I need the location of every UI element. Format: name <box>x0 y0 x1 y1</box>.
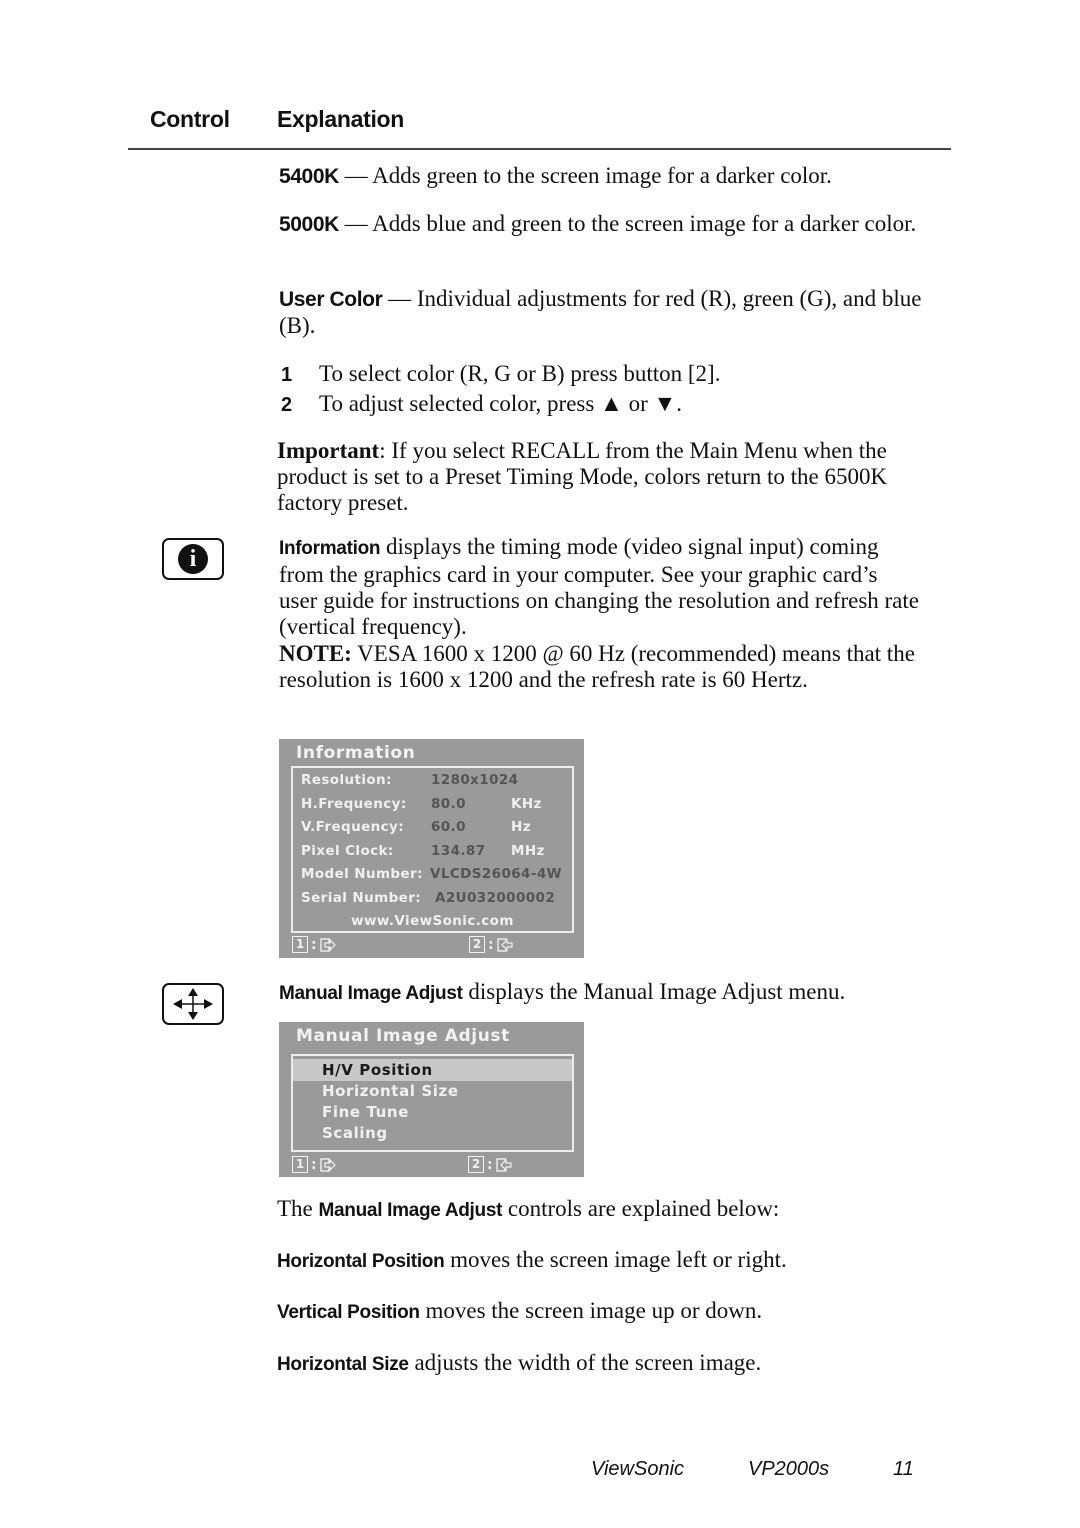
exit-icon <box>319 1157 336 1172</box>
info-icon: i <box>162 538 224 580</box>
osd-info-row: Serial Number: A2U032000002 <box>301 890 556 906</box>
control-horizontal-size: Horizontal Size adjusts the width of the… <box>277 1350 762 1375</box>
term: User Color <box>279 288 383 311</box>
column-header-explanation: Explanation <box>277 106 405 132</box>
information-description: Information displays the timing mode (vi… <box>279 534 919 639</box>
manual-image-adjust-description: Manual Image Adjust displays the Manual … <box>279 979 846 1004</box>
important-label: Important <box>277 438 380 463</box>
color-option-5400k: 5400K — Adds green to the screen image f… <box>279 163 832 188</box>
move-arrows-icon <box>173 988 213 1020</box>
osd-menu-item-fine-tune[interactable]: Fine Tune <box>293 1101 572 1123</box>
page-number: 11 <box>893 1458 914 1480</box>
osd-frame: Resolution: 1280x1024 H.Frequency: 80.0 KHz… <box>291 766 574 933</box>
osd-info-row: H.Frequency: 80.0 KHz <box>301 796 542 812</box>
osd-url: www.ViewSonic.com <box>351 913 514 929</box>
information-osd-panel: Information Resolution: 1280x1024 H.Frequ… <box>279 739 584 958</box>
color-option-user-color: User Color — Individual adjustments for … <box>279 286 922 338</box>
osd-key-2: 2: <box>469 936 513 953</box>
important-note: Important: If you select RECALL from the… <box>277 438 888 515</box>
term: Horizontal Position <box>277 1251 445 1272</box>
footer-model: VP2000s <box>748 1458 830 1480</box>
header-divider <box>128 148 951 150</box>
information-note: NOTE: VESA 1600 x 1200 @ 60 Hz (recommen… <box>279 641 915 692</box>
step-number: 2 <box>281 394 293 416</box>
control-vertical-position: Vertical Position moves the screen image… <box>277 1298 763 1323</box>
step-item: 2 To adjust selected color, press ▲ or ▼. <box>281 391 682 416</box>
osd-info-row: Pixel Clock: 134.87 MHz <box>301 843 545 859</box>
controls-intro: The Manual Image Adjust controls are exp… <box>277 1196 780 1221</box>
osd-key-1: 1: <box>292 936 336 953</box>
osd-title: Manual Image Adjust <box>296 1026 510 1046</box>
osd-key-2: 2: <box>468 1156 512 1173</box>
osd-menu-item-hv-position[interactable]: H/V Position <box>293 1059 572 1081</box>
term: 5000K <box>279 213 339 236</box>
osd-info-row: Resolution: 1280x1024 <box>301 772 519 788</box>
enter-icon <box>495 1157 512 1172</box>
step-item: 1 To select color (R, G or B) press butto… <box>281 361 721 386</box>
enter-icon <box>496 937 513 952</box>
info-glyph: i <box>178 544 208 574</box>
footer-brand: ViewSonic <box>591 1458 685 1480</box>
term: 5400K <box>279 165 339 188</box>
term: Information <box>279 538 381 559</box>
osd-menu-item-horizontal-size[interactable]: Horizontal Size <box>293 1080 572 1102</box>
osd-info-row: V.Frequency: 60.0 Hz <box>301 819 531 835</box>
term: Manual Image Adjust <box>279 983 463 1004</box>
manual-image-adjust-osd-panel: Manual Image Adjust H/V Position Horizon… <box>279 1022 584 1177</box>
osd-menu-item-scaling[interactable]: Scaling <box>293 1122 572 1144</box>
note-label: NOTE: <box>279 641 352 666</box>
osd-title: Information <box>296 743 416 763</box>
column-header-control: Control <box>150 106 230 132</box>
color-option-5000k: 5000K — Adds blue and green to the scree… <box>279 211 917 236</box>
exit-icon <box>319 937 336 952</box>
term: Manual Image Adjust <box>318 1200 503 1221</box>
osd-frame: H/V Position Horizontal Size Fine Tune S… <box>291 1054 574 1152</box>
term: Horizontal Size <box>277 1354 409 1375</box>
osd-key-1: 1: <box>292 1156 336 1173</box>
step-number: 1 <box>281 364 293 386</box>
manual-image-adjust-icon <box>162 983 224 1025</box>
term: Vertical Position <box>277 1302 420 1323</box>
osd-info-row: Model Number: VLCDS26064-4W <box>301 866 562 882</box>
control-horizontal-position: Horizontal Position moves the screen ima… <box>277 1247 787 1272</box>
